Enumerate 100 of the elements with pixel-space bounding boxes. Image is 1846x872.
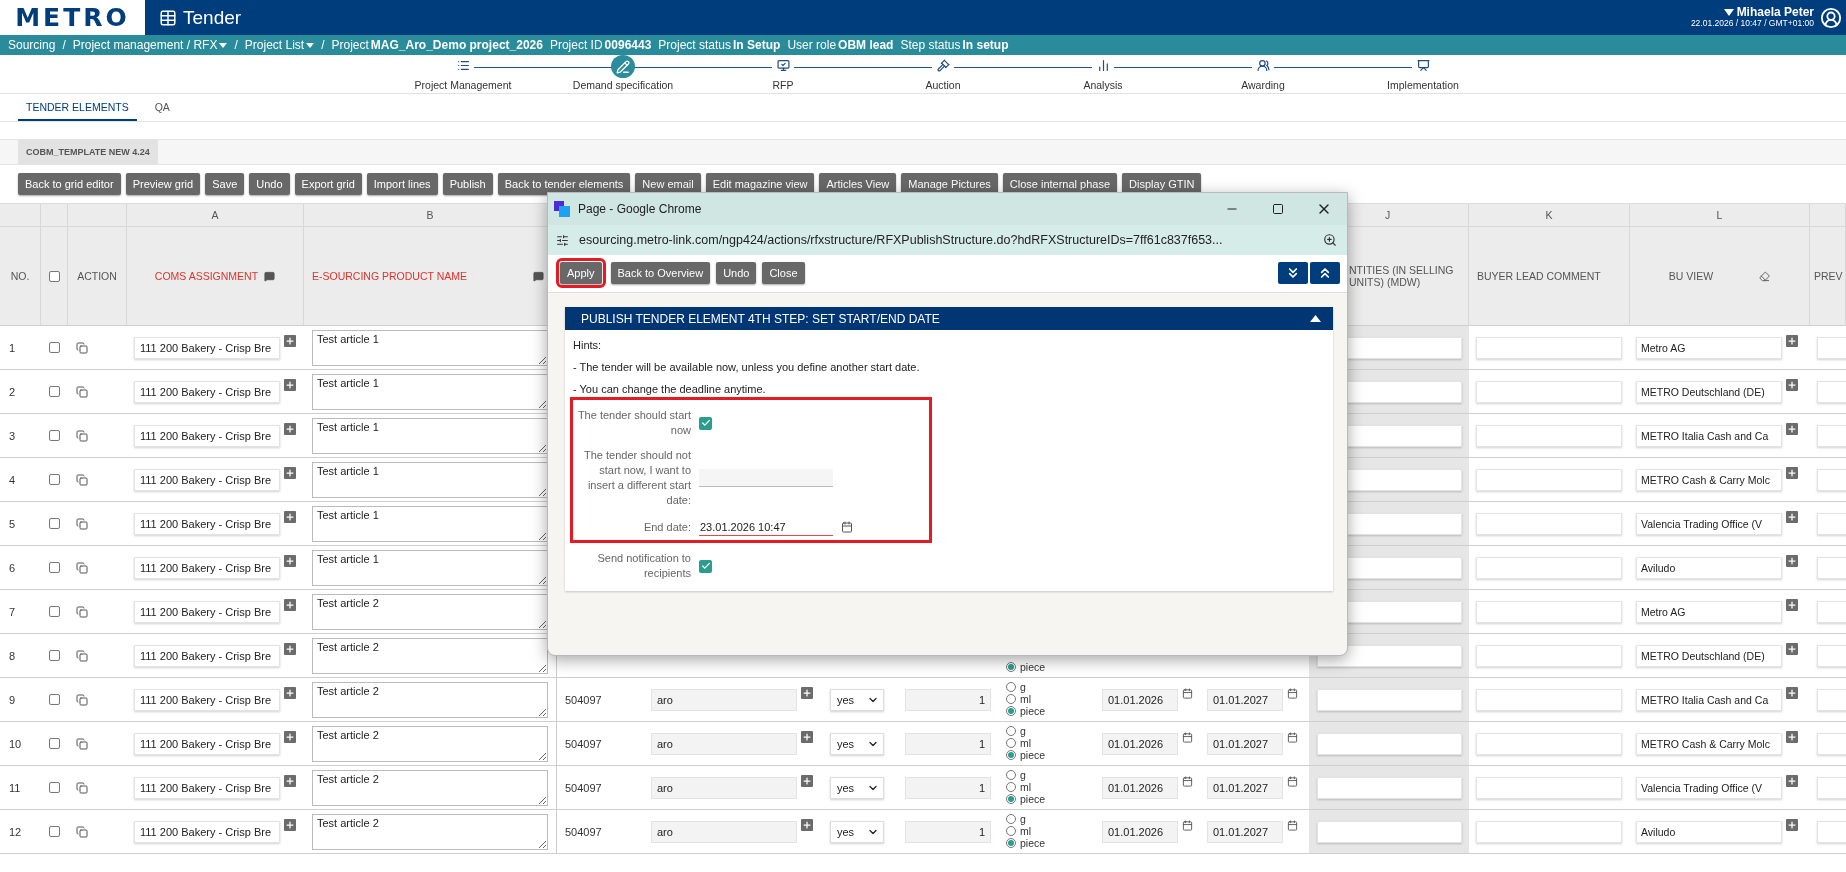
row-checkbox[interactable]: [49, 650, 60, 661]
calendar-icon[interactable]: [1287, 776, 1298, 787]
input-field[interactable]: 111 200 Bakery - Crisp Bre: [134, 380, 280, 403]
row-checkbox[interactable]: [49, 826, 60, 837]
toolbar-button[interactable]: Back to tender elements: [497, 173, 631, 195]
date-field[interactable]: 01.01.2027: [1207, 732, 1283, 755]
section-header[interactable]: PUBLISH TENDER ELEMENT 4TH STEP: SET START/END DATE: [565, 307, 1333, 330]
add-button[interactable]: [284, 467, 296, 479]
input-field[interactable]: 1: [905, 732, 991, 755]
input-field[interactable]: [1817, 336, 1846, 359]
date-field[interactable]: 01.01.2026: [1102, 688, 1178, 711]
input-field[interactable]: Metro AG: [1636, 600, 1782, 623]
add-button[interactable]: [284, 555, 296, 567]
calendar-icon[interactable]: [1287, 732, 1298, 743]
tab[interactable]: TENDER ELEMENTS: [18, 94, 137, 121]
input-field[interactable]: Metro AG: [1636, 336, 1782, 359]
input-field[interactable]: aro: [651, 776, 797, 799]
date-field[interactable]: 01.01.2027: [1207, 776, 1283, 799]
site-settings-icon[interactable]: [556, 233, 569, 247]
copy-icon[interactable]: [76, 473, 88, 486]
input-field[interactable]: 111 200 Bakery - Crisp Bre: [134, 336, 280, 359]
input-field[interactable]: 111 200 Bakery - Crisp Bre: [134, 688, 280, 711]
breadcrumb-menu[interactable]: Project management / RFX: [72, 38, 228, 52]
radio-button[interactable]: [1006, 782, 1016, 792]
input-field[interactable]: [1817, 468, 1846, 491]
add-button[interactable]: [1786, 687, 1798, 699]
date-field[interactable]: 01.01.2027: [1207, 688, 1283, 711]
add-button[interactable]: [284, 643, 296, 655]
step-label[interactable]: RFP: [772, 79, 794, 91]
input-field[interactable]: [1817, 732, 1846, 755]
input-field[interactable]: [1317, 820, 1462, 843]
select-all-checkbox[interactable]: [48, 270, 60, 282]
input-field[interactable]: [1476, 600, 1622, 623]
input-field[interactable]: Valencia Trading Office (V: [1636, 776, 1782, 799]
eraser-icon[interactable]: [1759, 270, 1771, 282]
date-field[interactable]: 01.01.2026: [1102, 776, 1178, 799]
add-button[interactable]: [1786, 423, 1798, 435]
input-field[interactable]: [1317, 688, 1462, 711]
input-field[interactable]: [1476, 644, 1622, 667]
add-button[interactable]: [284, 819, 296, 831]
input-field[interactable]: Aviludo: [1636, 820, 1782, 843]
copy-icon[interactable]: [76, 781, 88, 794]
text-area[interactable]: Test article 1: [312, 505, 548, 542]
input-field[interactable]: [1817, 424, 1846, 447]
row-checkbox[interactable]: [49, 386, 60, 397]
copy-icon[interactable]: [76, 605, 88, 618]
input-field[interactable]: [1476, 820, 1622, 843]
input-field[interactable]: METRO Cash & Carry Molc: [1636, 732, 1782, 755]
radio-button[interactable]: [1006, 794, 1016, 804]
copy-icon[interactable]: [76, 429, 88, 442]
dropdown[interactable]: yes: [830, 776, 884, 799]
expand-all-button[interactable]: [1278, 262, 1308, 284]
row-checkbox[interactable]: [49, 694, 60, 705]
zoom-icon[interactable]: [1323, 233, 1337, 247]
input-field[interactable]: Valencia Trading Office (V: [1636, 512, 1782, 535]
breadcrumb-link[interactable]: Sourcing: [8, 38, 56, 52]
date-field[interactable]: [699, 469, 833, 487]
add-button[interactable]: [1786, 775, 1798, 787]
add-button[interactable]: [1786, 335, 1798, 347]
input-field[interactable]: Aviludo: [1636, 556, 1782, 579]
input-field[interactable]: [1476, 424, 1622, 447]
toolbar-button[interactable]: Import lines: [366, 173, 438, 195]
radio-button[interactable]: [1006, 726, 1016, 736]
radio-button[interactable]: [1006, 750, 1016, 760]
copy-icon[interactable]: [76, 649, 88, 662]
dropdown[interactable]: yes: [830, 732, 884, 755]
input-field[interactable]: [1476, 512, 1622, 535]
add-button[interactable]: [1786, 467, 1798, 479]
text-area[interactable]: Test article 2: [312, 725, 548, 762]
input-field[interactable]: METRO Deutschland (DE): [1636, 380, 1782, 403]
add-button[interactable]: [801, 819, 813, 831]
add-button[interactable]: [1786, 643, 1798, 655]
input-field[interactable]: METRO Deutschland (DE): [1636, 644, 1782, 667]
add-button[interactable]: [284, 687, 296, 699]
input-field[interactable]: 111 200 Bakery - Crisp Bre: [134, 512, 280, 535]
input-field[interactable]: aro: [651, 820, 797, 843]
input-field[interactable]: [1317, 776, 1462, 799]
breadcrumb-menu[interactable]: Project List: [244, 38, 315, 52]
input-field[interactable]: [1817, 600, 1846, 623]
input-field[interactable]: [1317, 732, 1462, 755]
text-area[interactable]: Test article 2: [312, 681, 548, 718]
add-button[interactable]: [1786, 599, 1798, 611]
step-label[interactable]: Project Management: [414, 79, 512, 91]
input-field[interactable]: [1476, 468, 1622, 491]
radio-button[interactable]: [1006, 706, 1016, 716]
text-area[interactable]: Test article 2: [312, 593, 548, 630]
calendar-icon[interactable]: [1287, 688, 1298, 699]
step-label[interactable]: Implementation: [1387, 79, 1459, 91]
add-button[interactable]: [801, 731, 813, 743]
add-button[interactable]: [284, 335, 296, 347]
date-field[interactable]: 01.01.2026: [1102, 820, 1178, 843]
tab[interactable]: QA: [146, 94, 178, 121]
radio-button[interactable]: [1006, 770, 1016, 780]
step-label[interactable]: Auction: [925, 79, 961, 91]
input-field[interactable]: [1817, 776, 1846, 799]
toolbar-button[interactable]: Export grid: [294, 173, 362, 195]
input-field[interactable]: [1817, 688, 1846, 711]
dialog-button[interactable]: Undo: [716, 262, 757, 284]
copy-icon[interactable]: [76, 385, 88, 398]
avatar-icon[interactable]: [1820, 6, 1842, 29]
